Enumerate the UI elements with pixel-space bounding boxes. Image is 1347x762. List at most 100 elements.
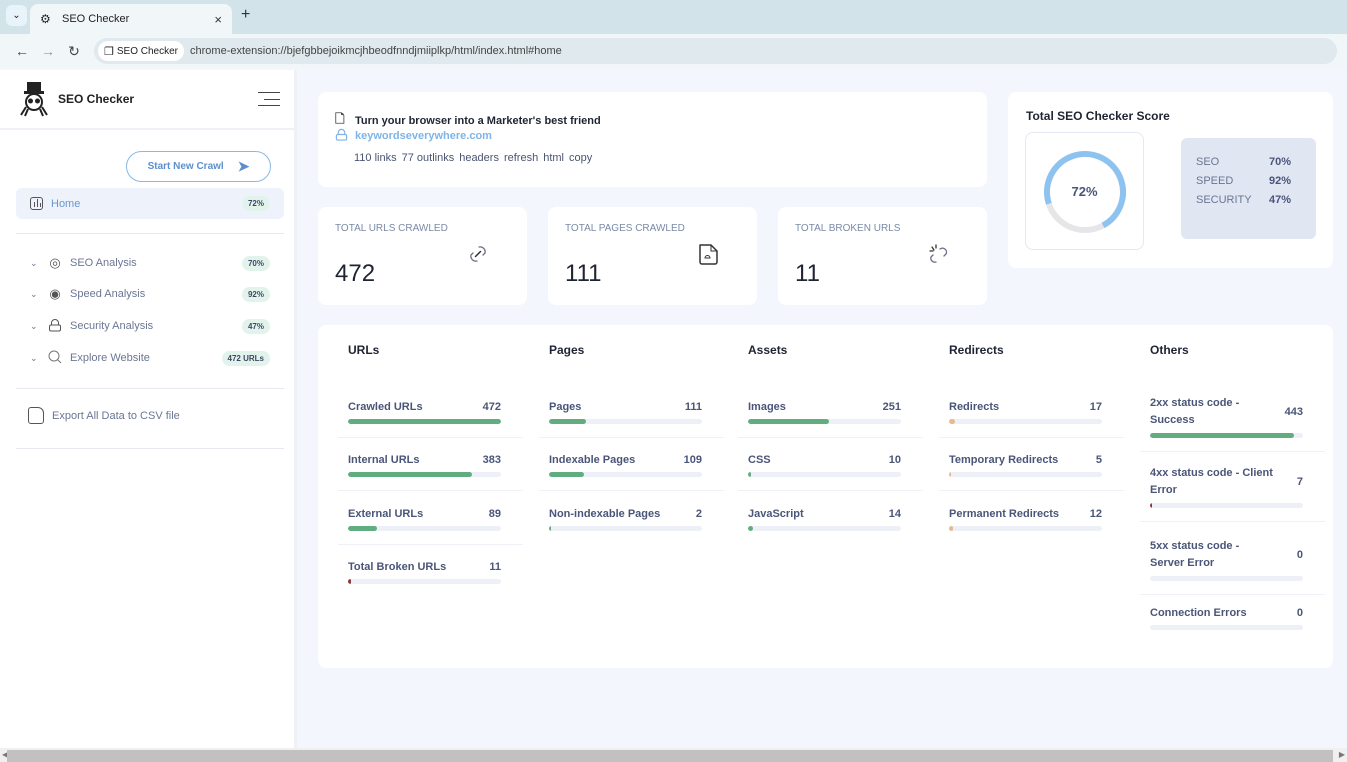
sidebar-item-label: Security Analysis (70, 320, 154, 332)
metric-value: 383 (482, 454, 501, 466)
metric-progress-fill (748, 526, 753, 531)
metric-row: Internal URLs 383 (348, 454, 501, 466)
sidebar-item-speed-analysis[interactable]: ⌄ ◉ Speed Analysis 92% (30, 283, 284, 305)
metric-progress-fill (549, 419, 586, 424)
browser-tab[interactable]: ⚙ SEO Checker × (30, 4, 232, 34)
url-input[interactable]: ❐ SEO Checker chrome-extension://bjefgbbe… (94, 38, 1337, 64)
metric-label: CSS (748, 454, 771, 466)
metric-label: Internal URLs (348, 454, 420, 466)
horizontal-scrollbar[interactable]: ◀ ▶ (0, 748, 1347, 762)
metric-progress-fill (549, 526, 551, 531)
extension-icon: ❐ (104, 45, 114, 58)
metric-progress-bar (949, 419, 1102, 424)
reload-icon[interactable]: ↻ (62, 43, 86, 60)
sidebar-item-home[interactable]: Home 72% (16, 188, 284, 219)
scrollbar-thumb[interactable] (7, 750, 1333, 762)
column-title: Pages (549, 343, 585, 357)
sidebar: SEO Checker Start New Crawl ➤ Home 72% ⌄… (0, 70, 297, 748)
metric-label: Crawled URLs (348, 401, 423, 413)
metric-progress-bar (949, 526, 1102, 531)
metric-progress-fill (748, 419, 830, 424)
sidebar-divider (16, 233, 284, 234)
sidebar-item-label: Home (51, 197, 81, 210)
metric-row: Images 251 (748, 401, 901, 413)
metric-row: External URLs 89 (348, 508, 501, 520)
site-domain-row[interactable]: keywordseverywhere.com (335, 128, 492, 144)
site-chip-label: SEO Checker (116, 45, 179, 57)
home-score-badge: 72% (241, 196, 270, 211)
outlinks-count-link[interactable]: 77 outlinks (402, 152, 455, 164)
refresh-link[interactable]: refresh (504, 152, 538, 164)
back-icon[interactable]: ← (10, 43, 34, 59)
export-csv-button[interactable]: Export All Data to CSV file (28, 407, 180, 424)
metric-progress-bar (348, 419, 501, 424)
start-new-crawl-button[interactable]: Start New Crawl ➤ (126, 151, 271, 182)
breakdown-row-security: SECURITY 47% (1196, 194, 1316, 213)
metric-divider (338, 490, 523, 491)
sidebar-item-seo-analysis[interactable]: ⌄ ◎ SEO Analysis 70% (30, 252, 284, 274)
stat-value: 472 (335, 260, 376, 287)
metric-value: 10 (888, 454, 901, 466)
sidebar-item-security-analysis[interactable]: ⌄ Security Analysis 47% (30, 315, 284, 337)
search-icon (46, 350, 64, 367)
metric-divider (338, 544, 523, 545)
metric-row: Total Broken URLs 11 (348, 561, 501, 573)
stat-card-total-urls: TOTAL URLS CRAWLED 472 (318, 207, 527, 305)
metric-value: 12 (1089, 508, 1102, 520)
tab-search-button[interactable]: ⌄ (6, 5, 27, 26)
site-domain-link[interactable]: keywordseverywhere.com (355, 130, 492, 142)
metric-label: Temporary Redirects (949, 454, 1059, 466)
metric-value: 5 (1095, 454, 1102, 466)
scroll-right-icon[interactable]: ▶ (1339, 750, 1345, 759)
sidebar-item-label: Explore Website (70, 352, 150, 364)
html-link[interactable]: html (543, 152, 564, 164)
metric-divider (338, 437, 523, 438)
stat-card-broken-urls: TOTAL BROKEN URLS 11 (778, 207, 987, 305)
metric-label: 4xx status code - Client Error (1150, 467, 1273, 496)
start-new-crawl-label: Start New Crawl (147, 161, 224, 172)
metric-value: 2 (695, 508, 702, 520)
menu-toggle-icon[interactable] (258, 92, 280, 106)
metric-value: 14 (888, 508, 901, 520)
new-tab-button[interactable]: + (241, 6, 250, 24)
metric-row: CSS 10 (748, 454, 901, 466)
lock-icon (46, 318, 64, 335)
metric-divider (738, 437, 923, 438)
metric-label: JavaScript (748, 508, 804, 520)
bar-chart-icon (30, 197, 43, 210)
metric-progress-fill (949, 419, 955, 424)
metrics-card: URLs Crawled URLs 472 Internal URLs 383 Exter… (318, 325, 1333, 668)
stat-value: 111 (565, 260, 602, 287)
tab-close-icon[interactable]: × (214, 12, 222, 27)
metric-progress-bar (1150, 576, 1303, 581)
chevron-down-icon: ⌄ (30, 288, 38, 299)
export-csv-label: Export All Data to CSV file (52, 409, 180, 422)
forward-icon[interactable]: → (36, 43, 60, 59)
chevron-down-icon: ⌄ (30, 257, 38, 268)
metric-progress-bar (748, 472, 901, 477)
metric-value: 0 (1296, 549, 1303, 561)
total-score-card: Total SEO Checker Score 72% SEO 70% SPEED… (1008, 92, 1333, 268)
site-info-chip[interactable]: ❐ SEO Checker (98, 41, 185, 61)
metric-progress-bar (748, 526, 901, 531)
metric-progress-fill (549, 472, 585, 477)
metric-divider (539, 490, 724, 491)
breakdown-value: 92% (1269, 175, 1292, 187)
metric-label: Pages (549, 401, 582, 413)
links-count-link[interactable]: 110 links (354, 152, 397, 164)
stat-label: TOTAL BROKEN URLS (795, 223, 901, 234)
column-title: Redirects (949, 343, 1004, 357)
metric-progress-bar (949, 472, 1102, 477)
sidebar-item-label: SEO Analysis (70, 257, 137, 269)
stat-label: TOTAL PAGES CRAWLED (565, 223, 685, 234)
url-count-badge: 472 URLs (221, 350, 270, 366)
sidebar-item-explore-website[interactable]: ⌄ Explore Website 472 URLs (30, 347, 284, 369)
url-text: chrome-extension://bjefgbbejoikmcjhbeodf… (190, 45, 562, 57)
tab-title: SEO Checker (62, 13, 130, 25)
metric-divider (939, 437, 1124, 438)
headers-link[interactable]: headers (459, 152, 499, 164)
score-gauge: 72% (1025, 132, 1144, 250)
metric-label: Connection Errors (1150, 607, 1247, 619)
copy-link[interactable]: copy (569, 152, 592, 164)
browser-tab-bar: ⌄ ⚙ SEO Checker × + (0, 0, 1347, 34)
